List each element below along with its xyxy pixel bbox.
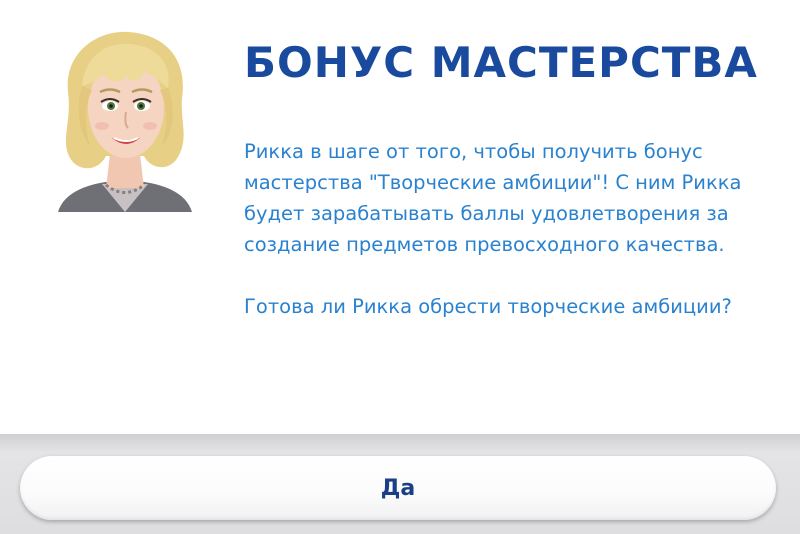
dialog-question-paragraph: Готова ли Рикка обрести творческие амбиц… bbox=[244, 295, 732, 318]
dialog-message: Рикка в шаге от того, чтобы получить бон… bbox=[244, 136, 764, 353]
mastery-bonus-dialog: БОНУС МАСТЕРСТВА Рикка в шаге от того, ч… bbox=[0, 0, 800, 534]
sim-portrait bbox=[58, 31, 192, 212]
dialog-message-paragraph: Рикка в шаге от того, чтобы получить бон… bbox=[244, 140, 742, 256]
yes-button[interactable]: Да bbox=[20, 456, 776, 520]
dialog-title: БОНУС МАСТЕРСТВА bbox=[244, 38, 758, 87]
dialog-panel: БОНУС МАСТЕРСТВА Рикка в шаге от того, ч… bbox=[0, 0, 800, 434]
yes-button-label: Да bbox=[380, 475, 416, 501]
